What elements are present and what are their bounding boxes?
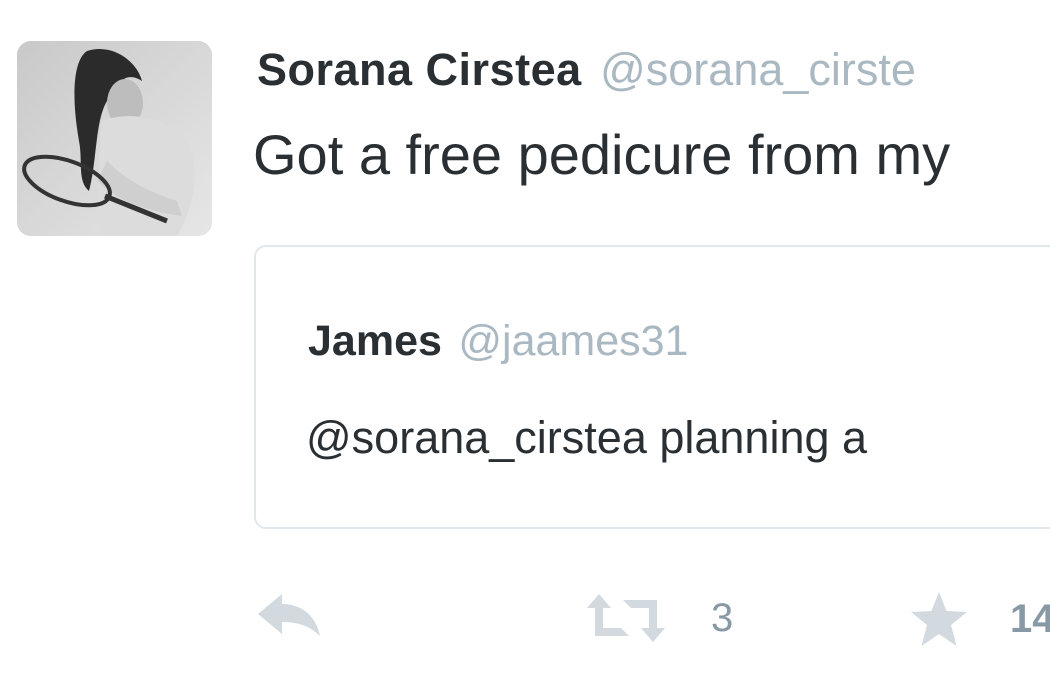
favorite-count: 14 bbox=[1010, 596, 1050, 641]
retweet-button[interactable]: 3 bbox=[585, 592, 733, 644]
tweet: Sorana Cirstea @sorana_cirste Got a free… bbox=[0, 0, 1050, 700]
star-icon bbox=[911, 592, 967, 646]
quoted-tweet[interactable]: James @jaames31 @sorana_cirstea planning… bbox=[254, 245, 1050, 529]
reply-button[interactable] bbox=[256, 592, 322, 636]
reply-icon bbox=[258, 594, 320, 636]
quoted-author-name: James bbox=[308, 317, 442, 365]
retweet-count: 3 bbox=[711, 595, 734, 640]
quoted-tweet-text-content: @sorana_cirstea planning a bbox=[306, 412, 868, 463]
author-handle[interactable]: @sorana_cirste bbox=[600, 44, 916, 95]
favorite-button[interactable]: 14 bbox=[908, 590, 1050, 648]
tweet-header: Sorana Cirstea @sorana_cirste bbox=[257, 44, 916, 96]
quoted-tweet-header: James @jaames31 bbox=[308, 317, 688, 366]
author-name[interactable]: Sorana Cirstea bbox=[257, 44, 582, 95]
retweet-icon bbox=[587, 594, 665, 642]
avatar[interactable] bbox=[17, 41, 212, 236]
tweet-text: Got a free pedicure from my bbox=[253, 123, 951, 186]
quoted-tweet-text: @sorana_cirstea planning a bbox=[306, 412, 867, 464]
avatar-photo bbox=[17, 41, 212, 236]
quoted-author-handle: @jaames31 bbox=[458, 317, 689, 365]
